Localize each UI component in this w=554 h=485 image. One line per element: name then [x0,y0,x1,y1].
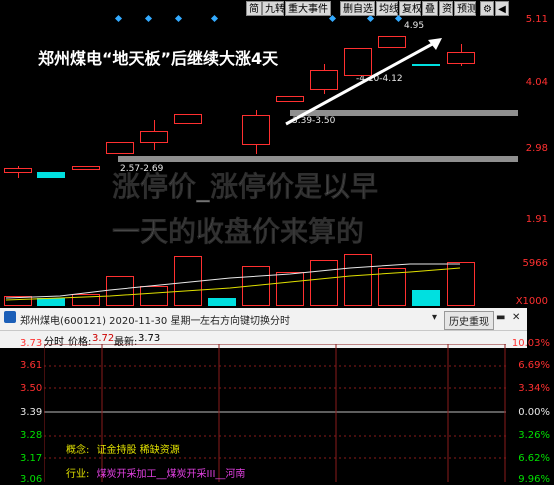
price-axis-label: 5.11 [525,14,548,25]
event-marker-icon[interactable] [328,14,337,23]
trend-arrow-icon [285,38,442,126]
intraday-pct-label: 10.03% [511,338,550,349]
band-label: 4.95 [404,21,425,31]
candle[interactable] [140,131,168,143]
minimize-icon[interactable]: ▬ [496,312,505,323]
toolbar-button-simple[interactable]: 简 [246,1,262,16]
event-marker-icon[interactable] [144,14,153,23]
close-icon[interactable]: ✕ [512,312,520,323]
toolbar-button-overlay[interactable]: 叠 [422,1,438,16]
candle[interactable] [37,172,65,178]
app-icon [4,311,16,323]
headline-annotation: 郑州煤电“地天板”后继续大涨4天 [38,49,279,68]
main-chart[interactable]: 简 九转 重大事件 删自选 均线 复权 叠 资 预测 ⚙ ◀ 5.11 4.04… [0,0,554,307]
intraday-popup[interactable]: 郑州煤电(600121) 2020-11-30 星期一 左右方向键切换分时 ▾ … [0,308,554,485]
volume-axis-label: 5966 [522,258,548,269]
price-axis-label: 1.91 [525,214,548,225]
intraday-pct-label: 3.34% [518,383,550,394]
toolbar-button-funds[interactable]: 资 [439,1,453,16]
concept-value: 证金持股 稀缺资源 [96,445,180,456]
history-replay-button[interactable]: 历史重现 [444,311,494,330]
price-band [118,156,518,162]
candle[interactable] [174,114,202,124]
volume-ma-lines [5,263,461,301]
industry-value: 煤炭开采加工__煤炭开采III__河南 [96,469,246,480]
intraday-price-label: 3.28 [20,430,43,441]
event-marker-icon[interactable] [210,14,219,23]
candle[interactable] [242,115,270,145]
intraday-pct-label: 6.69% [518,360,550,371]
toolbar-button-major-events[interactable]: 重大事件 [285,1,331,16]
watermark-text: 涨停价_涨停价是以早 [111,170,379,204]
popup-title: 郑州煤电(600121) 2020-11-30 星期一 [20,316,201,327]
price-axis-label: 2.98 [525,143,548,154]
toolbar-button-remove-watchlist[interactable]: 删自选 [340,1,375,16]
candle[interactable] [4,168,32,173]
toolbar-button-forecast[interactable]: 预测 [454,1,477,16]
candle[interactable] [72,166,100,170]
intraday-price-label: 3.17 [20,453,43,464]
volume-axis-label: X1000 [515,296,548,307]
intraday-price-label: 3.73 [20,338,43,349]
price-value: 3.72 [92,333,115,344]
industry-label: 行业: [66,469,90,480]
toolbar-button-jiuzhuan[interactable]: 九转 [262,1,285,16]
intraday-price-label: 3.06 [20,474,43,485]
event-marker-icon[interactable] [114,14,123,23]
toolbar-button-adjust[interactable]: 复权 [399,1,422,16]
intraday-pct-label: 0.00% [518,407,550,418]
popup-hint: 左右方向键切换分时 [200,316,290,327]
toolbar-button-ma[interactable]: 均线 [376,1,399,16]
candle[interactable] [447,52,475,64]
event-marker-icon[interactable] [174,14,183,23]
intraday-price-label: 3.39 [20,407,43,418]
concept-label: 概念: [66,445,90,456]
volume-panel[interactable] [0,250,520,306]
intraday-pct-label: 3.26% [518,430,550,441]
intraday-grid [44,344,506,482]
intraday-price-label: 3.61 [20,360,43,371]
candle[interactable] [106,142,134,154]
intraday-pct-label: 6.62% [518,453,550,464]
dropdown-icon[interactable]: ▾ [432,312,437,323]
popup-titlebar[interactable]: 郑州煤电(600121) 2020-11-30 星期一 左右方向键切换分时 ▾ … [0,308,527,331]
intraday-price-label: 3.50 [20,383,43,394]
industry-row: 行业: 煤炭开采加工__煤炭开采III__河南 [66,465,245,480]
back-icon[interactable]: ◀ [495,1,509,16]
settings-icon[interactable]: ⚙ [480,1,494,16]
price-axis-label: 4.04 [525,77,548,88]
intraday-pct-label: 9.96% [518,474,550,485]
latest-value: 3.73 [138,333,161,344]
concept-row: 概念: 证金持股 稀缺资源 [66,441,180,456]
watermark-text: 一天的收盘价来算的 [111,215,365,249]
